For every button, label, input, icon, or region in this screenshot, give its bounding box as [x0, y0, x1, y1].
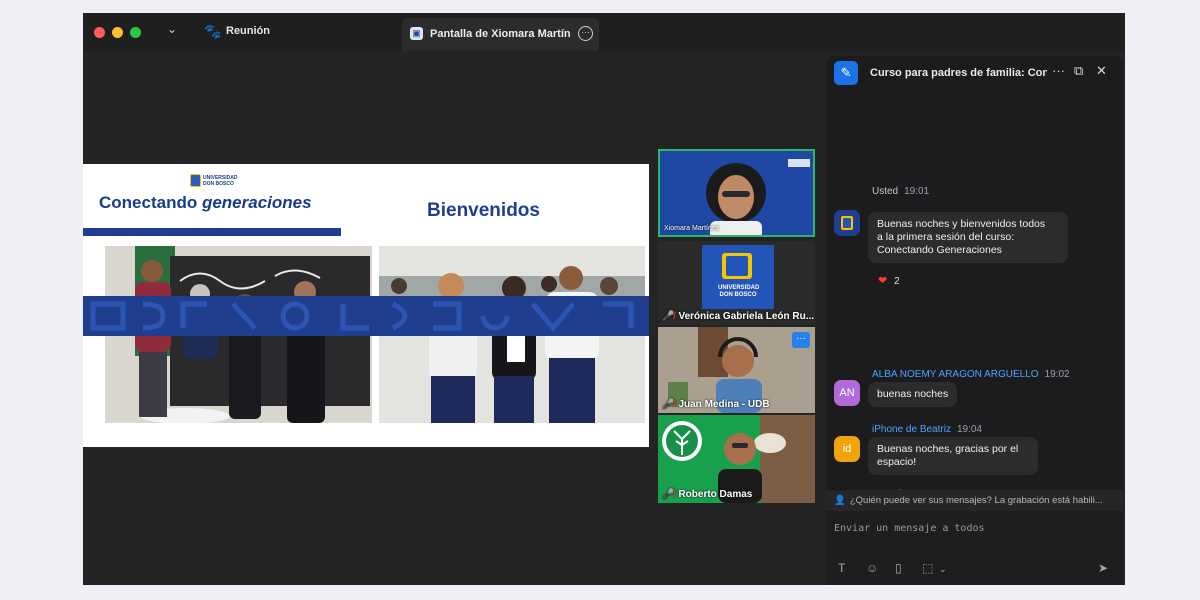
- close-icon[interactable]: ✕: [1096, 63, 1107, 79]
- message-bubble[interactable]: Buenas noches, gracias por el espacio!: [868, 437, 1038, 475]
- minimize-window-button[interactable]: [112, 27, 123, 38]
- participant-tile[interactable]: ··· 🎤̸ Juan Medina - UDB: [658, 327, 815, 413]
- slide-title-bold: Conectando: [99, 193, 202, 212]
- reaction-count: 2: [894, 276, 900, 287]
- mic-muted-icon: 🎤̸: [662, 399, 675, 410]
- chat-header: ✎ Curso para padres de familia: Con... ·…: [826, 56, 1123, 90]
- participant-name: 🎤̸ Roberto Damas: [662, 489, 752, 500]
- pop-out-icon[interactable]: ⧉: [1074, 63, 1083, 79]
- heart-reaction[interactable]: ❤ 2: [878, 274, 900, 287]
- avatar[interactable]: id: [834, 436, 860, 462]
- participant-name: Xiomara Martínez: [664, 225, 720, 232]
- chat-visibility-text: ¿Quién puede ver sus mensajes? La grabac…: [849, 495, 1103, 506]
- message-header: Usted 19:01: [872, 186, 929, 197]
- chat-visibility-notice[interactable]: 👤 ¿Quién puede ver sus mensajes? La graba…: [826, 490, 1123, 511]
- message-bubble[interactable]: buenas noches: [868, 382, 958, 407]
- chat-edit-icon: ✎: [834, 61, 858, 85]
- fullscreen-window-button[interactable]: [130, 27, 141, 38]
- mic-muted-icon: 🎤̸: [662, 311, 675, 322]
- message-header: iPhone de Beatriz 19:04: [872, 424, 982, 435]
- participant-name-text: Juan Medina - UDB: [678, 399, 770, 410]
- message-text-line: buenas noches: [877, 388, 949, 400]
- avatar: [834, 210, 860, 236]
- chat-message-input[interactable]: [834, 519, 1114, 537]
- avatar[interactable]: AN: [834, 380, 860, 406]
- screen-share-tab-label: Pantalla de Xiomara Martínez: [430, 28, 570, 40]
- paw-icon: 🐾: [204, 23, 222, 39]
- emoji-icon[interactable]: ☺: [866, 561, 878, 575]
- message-time: 19:01: [904, 186, 930, 197]
- more-options-button[interactable]: ···: [792, 332, 810, 348]
- message-time: 19:02: [1044, 369, 1070, 380]
- message-time: 19:04: [956, 424, 982, 435]
- more-options-icon[interactable]: ···: [578, 26, 593, 41]
- chat-title: Curso para padres de familia: Con...: [870, 67, 1047, 79]
- share-screen-icon: ▣: [410, 27, 423, 40]
- udb-logo-text: UNIVERSIDAD DON BOSCO: [203, 175, 238, 187]
- chevron-down-icon[interactable]: ⌄: [167, 22, 177, 36]
- message-bubble[interactable]: Buenas noches y bienvenidos todos a la p…: [868, 212, 1068, 263]
- message-sender: iPhone de Beatriz: [872, 424, 951, 435]
- more-options-icon[interactable]: ···: [1052, 63, 1065, 78]
- participant-name: 🎤̸ Verónica Gabriela León Ru...: [662, 311, 814, 322]
- participant-tile[interactable]: 🎤̸ Roberto Damas: [658, 415, 815, 503]
- chevron-down-icon[interactable]: ⌄: [939, 564, 947, 575]
- zoom-window: ⌄ 🐾 Reunión ▣ Pantalla de Xiomara Martín…: [83, 13, 1125, 585]
- chat-compose: T ☺ ▯ ⬚ ⌄ ➤: [826, 511, 1123, 585]
- slide-title-italic: generaciones: [201, 193, 312, 212]
- screen-share-tab[interactable]: ▣ Pantalla de Xiomara Martínez ···: [402, 18, 599, 51]
- message-text-line: a la primera sesión del curso:: [877, 231, 1015, 243]
- participant-logo-text: UNIVERSIDAD DON BOSCO: [718, 285, 760, 298]
- slide-welcome: Bienvenidos: [427, 200, 540, 221]
- send-icon[interactable]: ➤: [1098, 561, 1108, 575]
- message-text-line: espacio!: [877, 456, 917, 468]
- message-text-line: Conectando Generaciones: [877, 244, 1002, 256]
- udb-logo: UNIVERSIDAD DON BOSCO: [190, 173, 238, 189]
- format-text-icon[interactable]: T: [838, 561, 845, 575]
- meeting-label[interactable]: Reunión: [226, 25, 270, 37]
- participant-tile[interactable]: UNIVERSIDAD DON BOSCO 🎤̸ Verónica Gabriel…: [658, 241, 815, 325]
- participant-name-text: Verónica Gabriela León Ru...: [678, 311, 815, 322]
- people-icon: 👤: [834, 495, 846, 506]
- message-text-line: Buenas noches, gracias por el: [877, 443, 1019, 455]
- title-bar: ⌄ 🐾 Reunión ▣ Pantalla de Xiomara Martín…: [83, 13, 1125, 51]
- message-text-line: Buenas noches y bienvenidos todos: [877, 218, 1046, 230]
- screenshot-icon[interactable]: ⬚: [922, 561, 933, 575]
- file-icon[interactable]: ▯: [895, 561, 902, 575]
- mic-muted-icon: 🎤̸: [662, 489, 675, 500]
- message-sender: ALBA NOEMY ARAGON ARGUELLO: [872, 369, 1039, 380]
- participant-name-text: Roberto Damas: [678, 489, 753, 500]
- chat-panel: ✎ Curso para padres de familia: Con... ·…: [826, 56, 1123, 585]
- message-header: ALBA NOEMY ARAGON ARGUELLO 19:02: [872, 369, 1070, 380]
- udb-crest-icon: [190, 174, 201, 187]
- heart-icon: ❤: [878, 275, 888, 287]
- close-window-button[interactable]: [94, 27, 105, 38]
- participant-name: 🎤̸ Juan Medina - UDB: [662, 399, 770, 410]
- slide-title-underline: [83, 228, 341, 236]
- message-sender: Usted: [872, 186, 899, 197]
- participant-tile[interactable]: Xiomara Martínez: [658, 149, 815, 237]
- slide-title: Conectando generaciones: [99, 193, 312, 213]
- slide-footer-pattern: [83, 296, 649, 336]
